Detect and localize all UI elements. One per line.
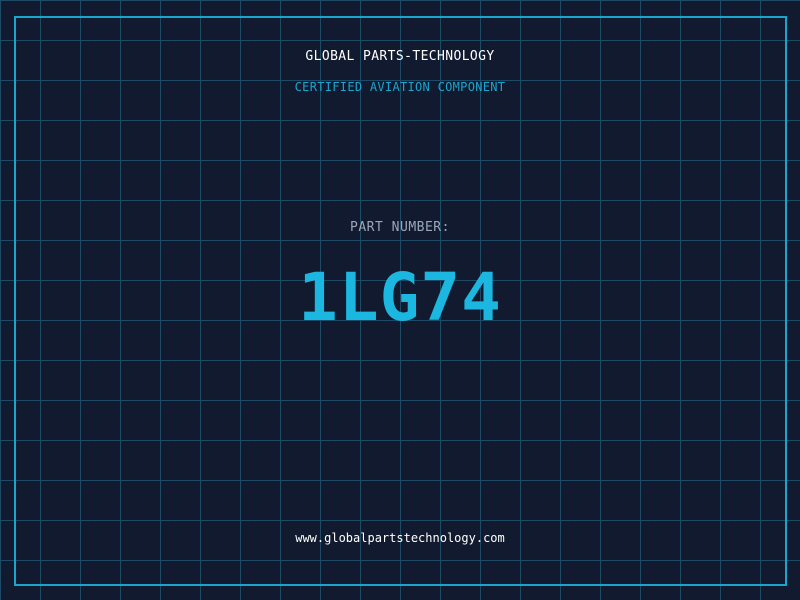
part-number-label: PART NUMBER: (350, 220, 450, 235)
company-name: GLOBAL PARTS-TECHNOLOGY (305, 49, 495, 64)
certification-subtitle: CERTIFIED AVIATION COMPONENT (294, 80, 506, 94)
website-url: www.globalpartstechnology.com (295, 531, 505, 545)
part-number-value: 1LG74 (298, 259, 502, 336)
